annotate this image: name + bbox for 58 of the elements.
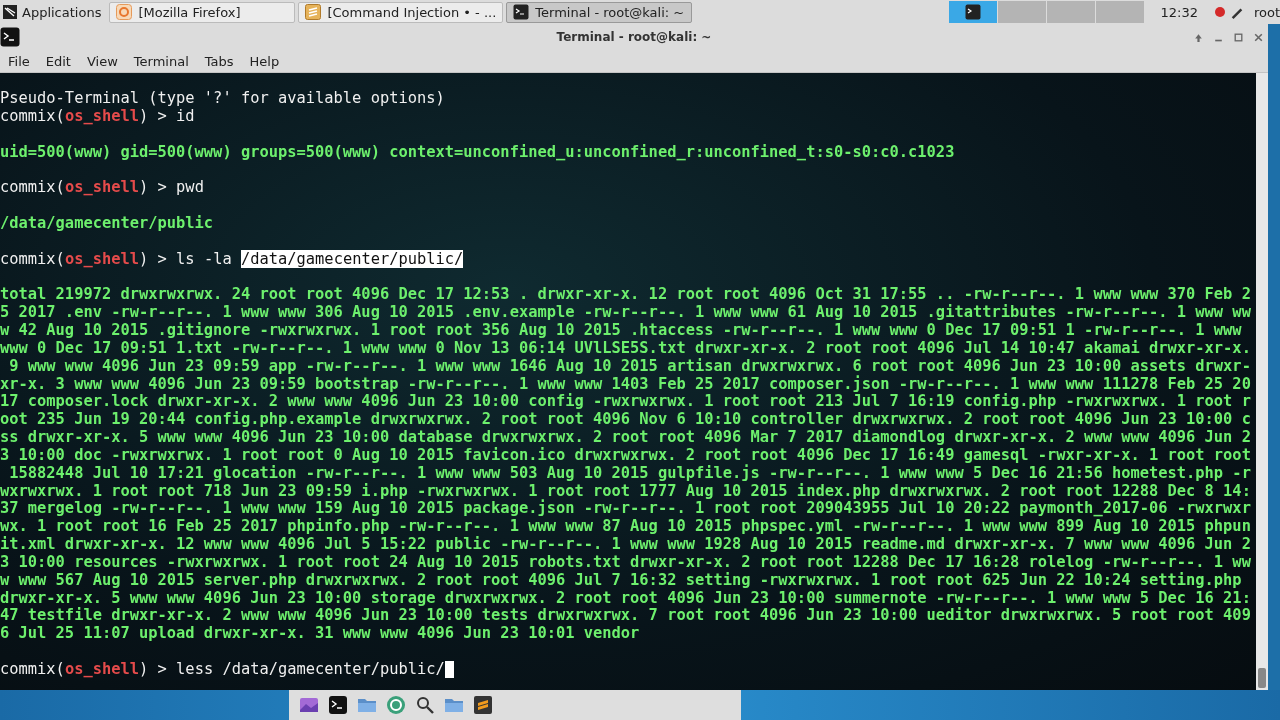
terminal-icon [965,4,982,20]
command-line: commix(os_shell) > pwd [0,179,204,198]
command-output: 15882448 Jul 10 17:21 glocation -rw-r--r--. 1 www www 503 Aug 10 2015 gulpfile.js -rw-r--r--. 1 www www 5 Dec 16 21:56 hometest.php -r [8,464,1252,483]
command-output: w www 567 Aug 10 2015 server.php drwxrwxrwx. 2 root root 4096 Jul 7 16:32 setting -rwxrwxrwx. 1 root root 625 Jun 22 10:24 setting.php [0,571,1243,590]
command-output: total 219972 drwxrwxrwx. 24 root root 4096 Dec 17 12:53 . drwxr-xr-x. 12 root root 4096 Oct 31 17:55 .. -rw-r--r--. 1 www www 370 Feb 2 [0,286,1252,304]
command-output: 6 Jul 25 11:07 upload drwxr-xr-x. 31 www www 4096 Jun 23 10:01 vendor [0,625,641,644]
close-icon[interactable] [1253,31,1264,43]
command-output: 17 composer.lock drwxr-xr-x. 2 www www 4096 Jun 23 10:00 config -rwxrwxrwx. 1 root root 213 Jul 7 16:19 config.php -rwxrwxrwx. 1 root r [0,393,1252,411]
taskbar-button[interactable]: [Mozilla Firefox] [109,1,296,23]
record-icon[interactable] [1213,6,1226,18]
terminal-area[interactable] [0,73,1268,690]
command-output: /data/gamecenter/public [0,214,215,233]
search-icon[interactable] [415,695,435,715]
fox-icon [116,4,133,20]
globe-icon[interactable] [386,695,406,715]
menu-item[interactable]: View [78,51,126,71]
command-line: commix(os_shell) > less /data/gamecenter/public/ [0,661,445,679]
maximize-icon[interactable] [1233,31,1244,43]
command-output: wxrwxrwx. 1 root root 718 Jun 23 09:59 i.php -rwxrwxrwx. 1 root root 1777 Aug 10 2015 index.php drwxrwxrwx. 2 root root 12288 Dec 8 14: [0,482,1252,500]
command-output: ss drwxr-xr-x. 5 www www 4096 Jun 23 10:00 database drwxrwxrwx. 2 root root 4096 Mar 7 2017 diamondlog drwxr-xr-x. 2 www www 4096 Jun 2 [0,429,1252,447]
menu-item[interactable]: Tabs [196,51,242,71]
terminal-icon[interactable] [328,695,348,715]
command-output: 9 www www 4096 Jun 23 09:59 app -rw-r--r--. 1 www www 1646 Aug 10 2015 artisan drwxrwxrwx. 6 root root 4096 Jun 23 10:00 assets drwxr- [8,357,1252,375]
editor-icon[interactable] [473,695,493,715]
taskbar-button[interactable]: Terminal - root@kali: ~ [506,1,693,23]
scrollbar[interactable] [1256,73,1268,690]
menu-item[interactable]: File [0,51,38,71]
terminal-icon [0,27,20,47]
scroll-thumb[interactable] [1258,668,1266,688]
menu-item[interactable]: Edit [37,51,79,71]
arrow-up-icon[interactable] [1193,31,1204,43]
command-output: uid=500(www) gid=500(www) groups=500(www) context=unconfined_u:unconfined_r:unconfined_t:s0-s0:c0.c1023 [0,143,956,162]
command-output: 3 10:00 resources -rwxrwxrwx. 1 root root 24 Aug 10 2015 robots.txt drwxr-xr-x. 2 root root 12288 Dec 17 16:28 rolelog -rw-r--r--. 1 ww [0,553,1252,572]
command-output: 37 mergelog -rw-r--r--. 1 www www 159 Aug 10 2015 package.json -rw-r--r--. 1 root root 209043955 Jul 10 20:22 paymonth_2017-06 -rwxrwxr [0,500,1252,518]
command-output: www 0 Dec 17 09:51 1.txt -rw-r--r--. 1 www www 0 Nov 13 06:14 UVlLSE5S.txt drwxr-xr-x. 2 root root 4096 Jul 14 10:47 akamai drwxr-xr-x. [0,339,1252,358]
command-output: drwxr-xr-x. 5 www www 4096 Jun 23 10:00 storage drwxrwxrwx. 2 root root 4096 Jun 23 10:00 summernote -rw-r--r--. 1 www www 5 Dec 16 21: [0,589,1252,607]
menu-item[interactable]: Terminal [125,51,197,71]
window-title: Terminal - root@kali: ~ [556,30,712,44]
applications-menu[interactable]: Applications [0,1,108,23]
command-output: 3 10:00 doc -rwxrwxrwx. 1 root root 0 Aug 10 2015 favicon.ico drwxrwxrwx. 2 root root 4096 Dec 17 16:49 gamesql -rwxr-xr-x. 1 root root [0,446,1252,464]
terminal-text: Pseudo-Terminal (type '?' for available options) [0,90,446,108]
command-output: xr-x. 3 www www 4096 Jun 23 09:59 bootstrap -rw-r--r--. 1 www www 1403 Feb 25 2017 composer.json -rw-r--r--. 1 www www 111278 Feb 25 20 [0,375,1252,393]
taskbar-button[interactable]: [Command Injection • - ... [298,1,504,23]
command-output: oot 235 Jun 19 20:44 config.php.example drwxrwxrwx. 2 root root 4096 Nov 6 10:10 controller drwxrwxrwx. 2 root root 4096 Jun 23 10:00 c [0,411,1252,429]
command-output: wx. 1 root root 16 Feb 25 2017 phpinfo.php -rw-r--r--. 1 www www 87 Aug 10 2015 phpspec.yml -rw-r--r--. 1 www www 899 Aug 10 2015 phpun [0,518,1252,536]
editor-icon [305,4,322,20]
menu-item[interactable]: Help [241,51,288,71]
terminal-icon [513,4,530,20]
workspace-button[interactable] [949,1,998,23]
clock: 12:32 [1160,4,1198,20]
command-output: 5 2017 .env -rw-r--r--. 1 www www 306 Aug 10 2015 .env.example -rw-r--r--. 1 www www 61 Aug 10 2015 .gitattributes -rw-r--r--. 1 www ww [0,304,1252,322]
user-name[interactable]: root [1253,4,1280,20]
command-line: commix(os_shell) > ls -la /data/gamecenter/public/ [0,250,464,269]
command-output: w 42 Aug 10 2015 .gitignore -rwxrwxrwx. 1 root root 356 Aug 10 2015 .htaccess -rw-r--r--. 1 www www 0 Dec 17 09:51 1 -rw-r--r--. 1 www [0,321,1243,340]
command-output: 47 testfile drwxr-xr-x. 2 www www 4096 Jun 23 10:00 tests drwxrwxrwx. 7 root root 4096 Jun 23 10:00 ueditor drwxrwxrwx. 5 root root 409 [0,607,1252,626]
command-output: it.xml drwxr-xr-x. 12 www www 4096 Jul 5 15:22 public -rw-r--r--. 1 www www 1928 Aug 10 2015 readme.md drwxr-xr-x. 7 www www 4096 Jun 2 [0,536,1252,554]
image-icon[interactable] [299,695,319,715]
command-line: commix(os_shell) > id [0,107,195,126]
